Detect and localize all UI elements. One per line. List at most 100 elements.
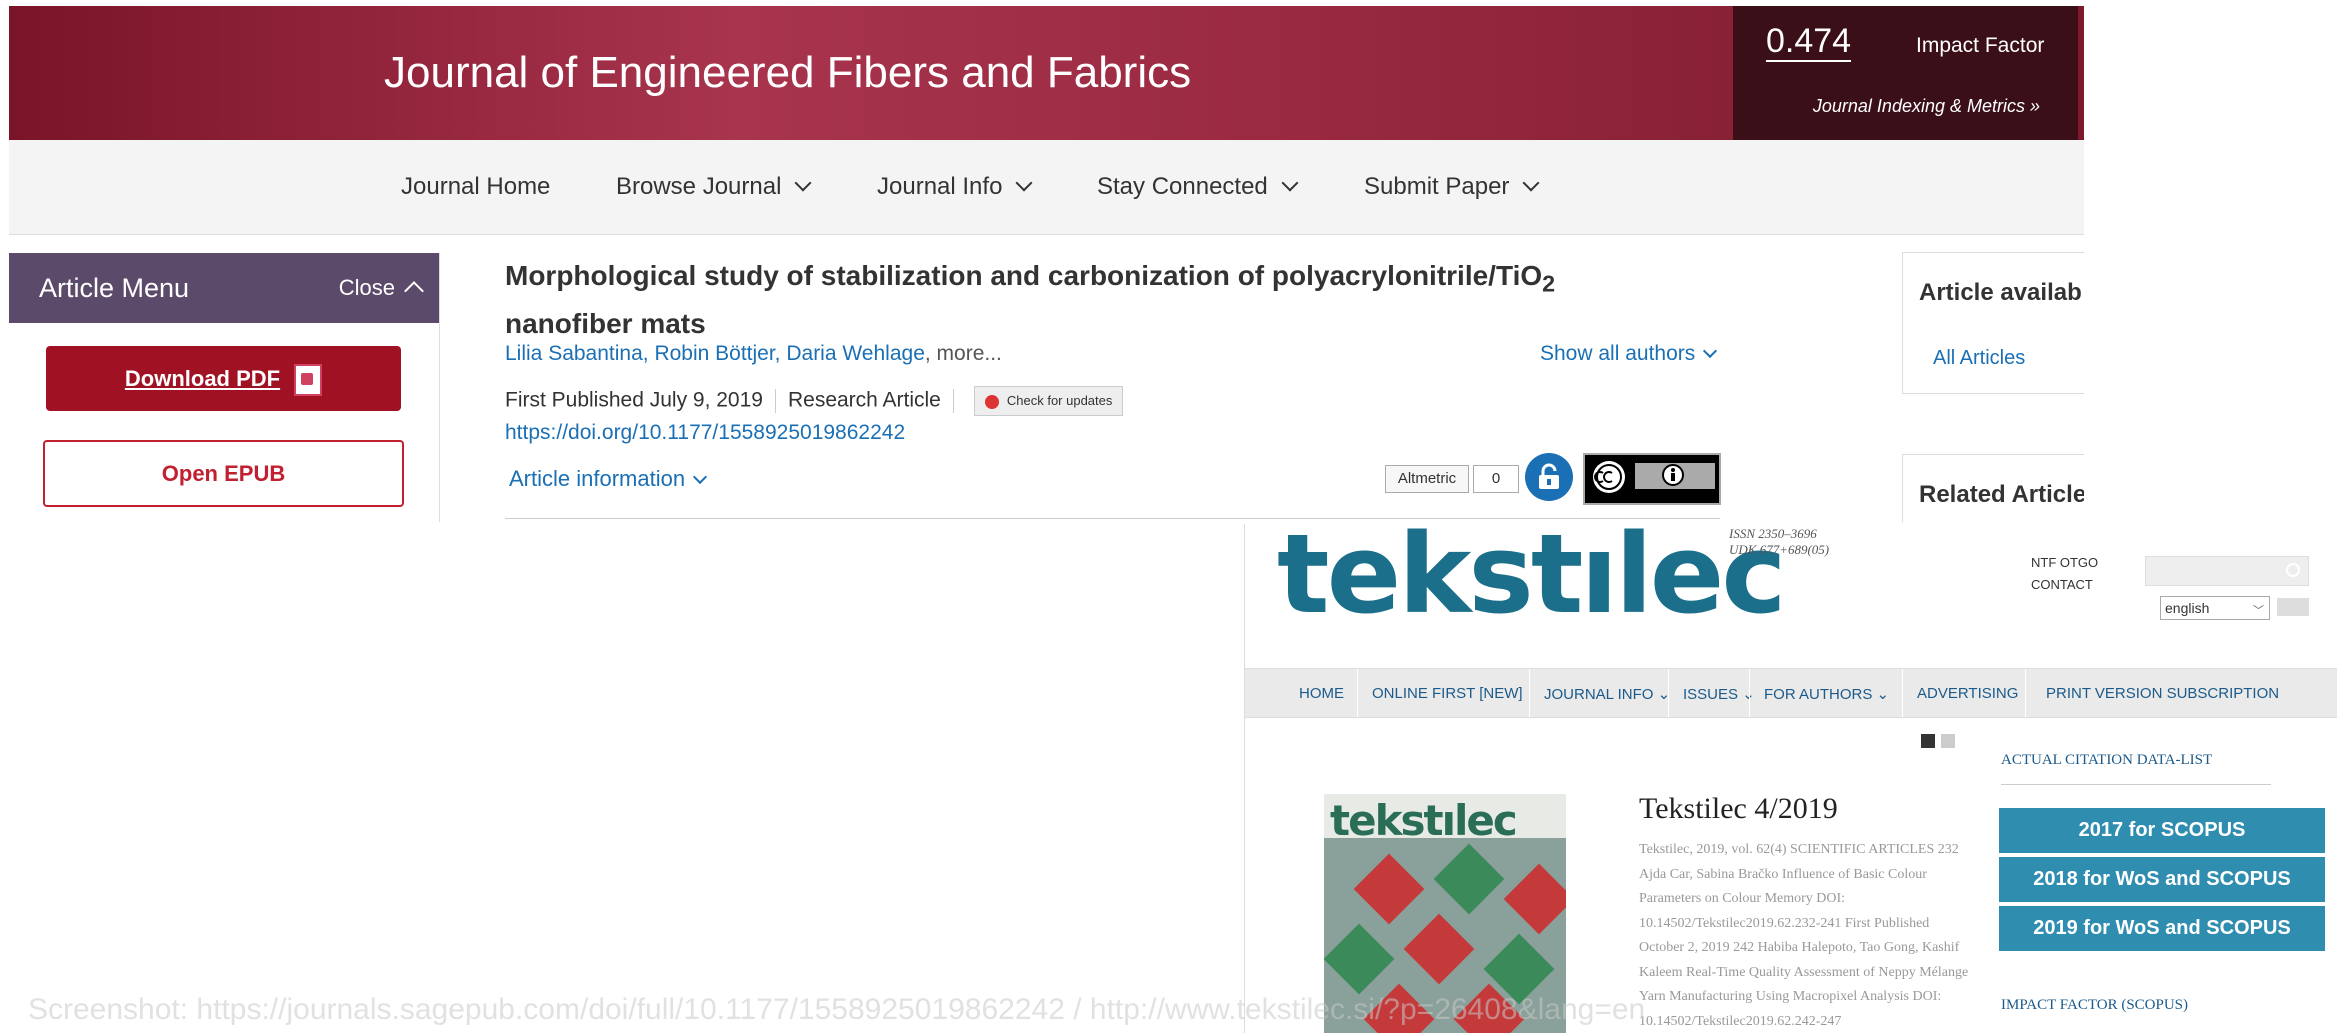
nav-print-subscription[interactable]: PRINT VERSION SUBSCRIPTION: [2046, 685, 2279, 702]
article-title-text: Morphological study of stabilization and…: [505, 260, 1543, 291]
indexing-metrics-link[interactable]: Journal Indexing & Metrics »: [1813, 96, 2040, 117]
nav-advertising[interactable]: ADVERTISING: [1917, 685, 2018, 702]
altmetric-badge[interactable]: Altmetric: [1385, 465, 1469, 493]
impact-factor-heading[interactable]: IMPACT FACTOR (SCOPUS): [2001, 997, 2188, 1014]
download-pdf-button[interactable]: Download PDF: [46, 346, 401, 411]
open-epub-button[interactable]: Open EPUB: [43, 440, 404, 507]
article-information-label: Article information: [509, 466, 686, 491]
article-menu-close-button[interactable]: Close: [338, 275, 424, 301]
tekstilec-logo[interactable]: tekstılec: [1277, 524, 1787, 629]
article-menu-header: Article Menu Close: [9, 253, 439, 323]
all-articles-link[interactable]: All Articles: [1933, 347, 2025, 370]
crossmark-icon: [984, 394, 999, 409]
nav-browse-journal[interactable]: Browse Journal: [616, 173, 812, 201]
nav-journal-info[interactable]: JOURNAL INFO ⌄: [1544, 685, 1670, 703]
article-menu: Article Menu Close Download PDF Open EPU…: [9, 253, 440, 522]
open-access-lock-icon: [1525, 453, 1573, 501]
nav-label: Submit Paper: [1364, 173, 1510, 200]
article-title-line2: nanofiber mats: [505, 307, 706, 339]
show-all-authors-label: Show all authors: [1540, 342, 1696, 365]
close-label: Close: [338, 275, 395, 300]
nav-journal-home[interactable]: Journal Home: [401, 173, 550, 201]
nav-issues[interactable]: ISSUES ⌄: [1683, 685, 1755, 703]
chevron-down-icon: [1703, 343, 1718, 359]
impact-factor-label: Impact Factor: [1916, 34, 2045, 57]
search-icon[interactable]: [2286, 563, 2300, 577]
download-pdf-label: Download PDF: [124, 366, 281, 391]
chevron-down-icon: ﹀: [2253, 605, 2264, 617]
issue-title[interactable]: Tekstilec 4/2019: [1639, 792, 1838, 826]
divider: [1357, 669, 1358, 717]
journal-title[interactable]: Journal of Engineered Fibers and Fabrics: [384, 48, 1191, 98]
pdf-icon: [294, 364, 323, 397]
tekstilec-nav: HOME ONLINE FIRST [NEW] JOURNAL INFO ⌄ I…: [1245, 668, 2337, 718]
altmetric-count[interactable]: 0: [1473, 465, 1519, 493]
divider: [952, 389, 954, 413]
first-published: First Published July 9, 2019: [505, 388, 763, 412]
list-view-icon[interactable]: [1921, 734, 1935, 748]
impact-factor-value[interactable]: 0.474: [1766, 22, 1852, 62]
sage-journal-page: Journal of Engineered Fibers and Fabrics…: [9, 6, 2084, 522]
nav-home[interactable]: HOME: [1299, 685, 1344, 702]
article-menu-title: Article Menu: [39, 273, 190, 303]
nav-submit-paper[interactable]: Submit Paper: [1364, 173, 1540, 201]
cover-pattern: [1324, 923, 1395, 995]
nav-journal-info[interactable]: Journal Info: [877, 173, 1033, 201]
nav-label: ISSUES: [1683, 686, 1739, 703]
article-type: Research Article: [787, 388, 941, 412]
article-information-toggle[interactable]: Article information: [509, 466, 708, 492]
nav-label: JOURNAL INFO: [1544, 686, 1654, 703]
chevron-down-icon: [1015, 174, 1033, 192]
journal-banner: Journal of Engineered Fibers and Fabrics…: [9, 6, 2084, 140]
language-flag-icon[interactable]: [2277, 598, 2309, 616]
show-all-authors-link[interactable]: Show all authors: [1540, 342, 1718, 366]
creative-commons-by-icon[interactable]: [1583, 453, 1721, 505]
check-for-updates-button[interactable]: Check for updates: [973, 386, 1124, 416]
citation-2018-button[interactable]: 2018 for WoS and SCOPUS: [1999, 857, 2325, 902]
doi-link[interactable]: https://doi.org/10.1177/1558925019862242: [505, 421, 905, 445]
nav-for-authors[interactable]: FOR AUTHORS ⌄: [1764, 685, 1889, 703]
availability-title: Article availab: [1919, 279, 2082, 306]
cover-pattern: [1403, 913, 1475, 985]
nav-stay-connected[interactable]: Stay Connected: [1097, 173, 1299, 201]
chevron-down-icon: [1281, 174, 1299, 192]
screenshot-caption: Screenshot: https://journals.sagepub.com…: [28, 993, 1646, 1026]
language-select[interactable]: english ﹀: [2160, 596, 2270, 620]
authors-more[interactable]: , more...: [925, 342, 1002, 365]
journal-nav: Journal Home Browse Journal Journal Info…: [9, 140, 2084, 235]
cover-pattern: [1503, 863, 1566, 935]
chevron-up-icon: [404, 281, 424, 301]
citation-2019-button[interactable]: 2019 for WoS and SCOPUS: [1999, 906, 2325, 951]
view-toggle: [1921, 734, 1961, 750]
article-title: Morphological study of stabilization and…: [505, 256, 1605, 344]
contact-link[interactable]: CONTACT: [2031, 574, 2098, 596]
language-value: english: [2165, 600, 2210, 616]
nav-online-first[interactable]: ONLINE FIRST [NEW]: [1372, 685, 1523, 702]
search-input[interactable]: [2145, 556, 2309, 586]
chevron-down-icon: [1522, 174, 1540, 192]
udk: UDK 677+689(05): [1729, 542, 1830, 557]
divider: [1749, 669, 1750, 717]
issue-contents: Tekstilec, 2019, vol. 62(4) SCIENTIFIC A…: [1639, 842, 1969, 1029]
grid-view-icon[interactable]: [1941, 734, 1955, 748]
author-list[interactable]: Lilia Sabantina, Robin Böttjer, Daria We…: [505, 342, 1002, 366]
divider: [1529, 669, 1530, 717]
nav-label: Journal Info: [877, 173, 1003, 200]
top-links: NTF OTGO CONTACT: [2031, 552, 2098, 596]
check-updates-label: Check for updates: [1006, 393, 1113, 408]
tekstilec-page: tekstılec ISSN 2350–3696 UDK 677+689(05) …: [1244, 524, 2337, 1033]
cover-pattern: [1353, 853, 1425, 925]
issn: ISSN 2350–3696: [1729, 526, 1817, 541]
citation-2017-button[interactable]: 2017 for SCOPUS: [1999, 808, 2325, 853]
metrics-box: 0.474 Impact Factor Journal Indexing & M…: [1733, 6, 2078, 140]
authors-names[interactable]: Lilia Sabantina, Robin Böttjer, Daria We…: [505, 342, 925, 365]
citation-heading[interactable]: ACTUAL CITATION DATA-LIST: [2001, 752, 2212, 769]
cover-header: tekstılec: [1324, 794, 1566, 845]
ntf-otgo-link[interactable]: NTF OTGO: [2031, 552, 2098, 574]
related-articles-box: Related Article: [1902, 454, 2084, 522]
nav-label: Journal Home: [401, 173, 551, 200]
article-header: Morphological study of stabilization and…: [505, 256, 1725, 519]
nav-label: FOR AUTHORS: [1764, 686, 1873, 703]
divider: [505, 518, 1720, 519]
cover-pattern: [1433, 843, 1505, 915]
